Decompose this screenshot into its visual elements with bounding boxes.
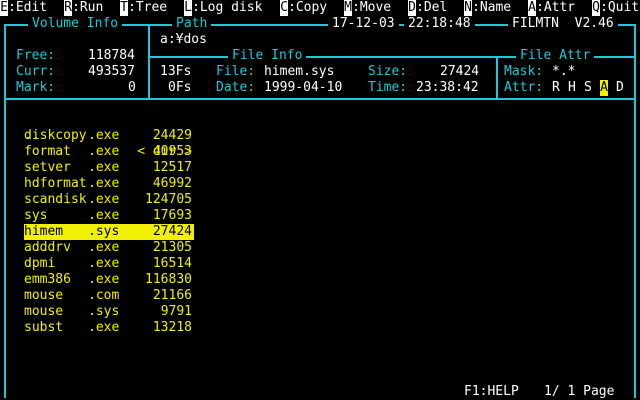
curr-label: Curr: (16, 64, 56, 79)
size-label: Size: (368, 64, 408, 79)
date-value: 1999-04-10 (264, 80, 343, 95)
list-item[interactable]: sys .exe 17693 (24, 208, 194, 224)
mark-fs: 0Fs (168, 80, 192, 95)
frame-left-line (4, 24, 6, 398)
attr-h[interactable]: H (568, 80, 576, 96)
list-item[interactable]: adddrv .exe 21305 (24, 240, 194, 256)
menu-attr[interactable]: A:Attr (528, 0, 575, 16)
file-attr-title: File Attr (516, 48, 595, 64)
list-item[interactable]: emm386 .exe 116830 (24, 272, 194, 288)
divider-attr (496, 56, 498, 98)
menu-move[interactable]: M:Move (344, 0, 391, 16)
free-value: 118784 (88, 48, 135, 63)
path-value: a:¥dos (160, 32, 207, 47)
menu-run[interactable]: R:Run (64, 0, 103, 16)
list-item[interactable]: dpmi .exe 16514 (24, 256, 194, 272)
attr-r[interactable]: R (552, 80, 560, 96)
list-item[interactable]: mouse .sys 9791 (24, 304, 194, 320)
size-value: 27424 (440, 64, 480, 79)
file-label: File: (216, 64, 256, 79)
list-item[interactable]: scandisk .exe 124705 (24, 192, 194, 208)
divider-volume (148, 24, 150, 98)
curr-fs: 13Fs (160, 64, 192, 79)
menu-quit[interactable]: Q:Quit (592, 0, 639, 16)
list-item[interactable]: setver .exe 12517 (24, 160, 194, 176)
curr-value: 493537 (88, 64, 135, 79)
list-item[interactable]: hdformat .exe 46992 (24, 176, 194, 192)
mark-label: Mark: (16, 80, 56, 95)
page-indicator: 1/ 1 Page (544, 384, 615, 399)
time-label: Time: (368, 80, 408, 95)
list-item-selected[interactable]: himem .sys 27424 (24, 224, 194, 240)
menu-name[interactable]: N:Name (464, 0, 511, 16)
time-value: 23:38:42 (416, 80, 479, 95)
info-bottom-line (4, 98, 636, 100)
app-version: FILMTN V2.46 (508, 16, 618, 32)
list-item-parent-dir[interactable]: .. < dir > (24, 112, 194, 159)
mark-value: 0 (128, 80, 136, 95)
menu-log-disk[interactable]: L:Log disk (184, 0, 262, 16)
mask-label: Mask: (504, 64, 544, 79)
frame-right-line (634, 24, 636, 398)
mask-value: *.* (552, 64, 576, 79)
attr-s[interactable]: S (584, 80, 592, 96)
help-hint[interactable]: F1:HELP (464, 384, 519, 400)
list-item[interactable]: subst .exe 13218 (24, 320, 194, 336)
file-info-title: File Info (228, 48, 307, 64)
list-item[interactable]: format .exe 40953 (24, 144, 194, 160)
path-title: Path (172, 16, 212, 32)
date-label: Date: (216, 80, 256, 95)
file-value: himem.sys (264, 64, 335, 79)
menu-edit[interactable]: E:Edit (0, 0, 47, 16)
menu-del[interactable]: D:Del (408, 0, 447, 16)
volume-info-title: Volume Info (28, 16, 123, 32)
clock-time: 22:18:48 (404, 16, 475, 32)
attr-d[interactable]: D (616, 80, 624, 96)
menu-tree[interactable]: T:Tree (120, 0, 167, 16)
menu-copy[interactable]: C:Copy (280, 0, 327, 16)
clock-date: 17-12-03 (328, 16, 399, 32)
attr-a[interactable]: A (600, 80, 608, 96)
free-label: Free: (16, 48, 56, 63)
menu-bar: E:Edit R:Run T:Tree L:Log disk C:Copy M:… (0, 0, 640, 16)
list-item[interactable]: diskcopy .exe 24429 (24, 128, 194, 144)
attr-label: Attr: (504, 80, 544, 95)
list-item[interactable]: mouse .com 21166 (24, 288, 194, 304)
